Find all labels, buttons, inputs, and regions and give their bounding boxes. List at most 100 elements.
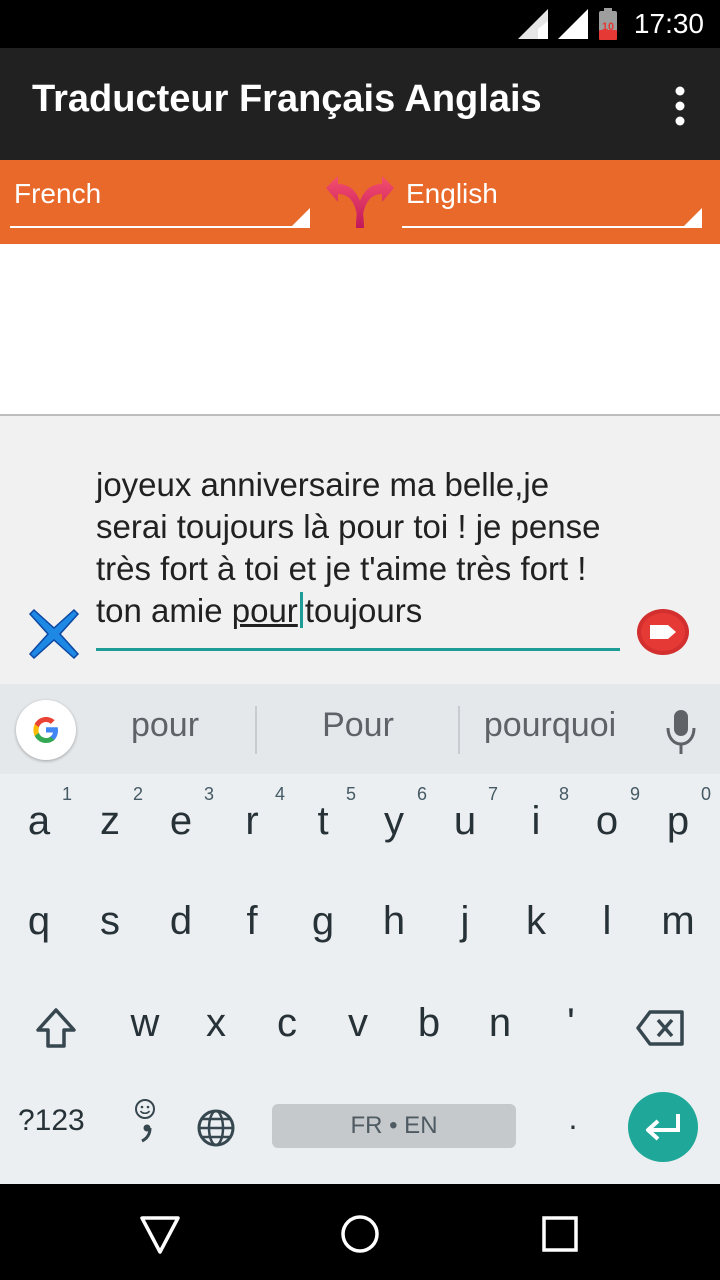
- key-label: z: [100, 799, 120, 843]
- key-s[interactable]: s: [75, 876, 145, 966]
- period-key[interactable]: .: [560, 1100, 586, 1137]
- key-d[interactable]: d: [146, 876, 216, 966]
- key-number-hint: 1: [61, 784, 72, 804]
- key-label: k: [526, 899, 546, 943]
- key-label: f: [246, 899, 258, 943]
- emoji-comma-icon[interactable]: [130, 1098, 160, 1144]
- swap-arrows-icon[interactable]: [326, 174, 394, 230]
- target-language-spinner[interactable]: English: [402, 160, 702, 228]
- composing-word: pour: [231, 592, 298, 629]
- enter-key[interactable]: [628, 1092, 698, 1162]
- key-number-hint: 7: [487, 784, 498, 804]
- battery-icon: 10: [598, 8, 617, 40]
- input-underline: [96, 648, 620, 651]
- key-label: w: [130, 1001, 160, 1045]
- recents-icon[interactable]: [538, 1212, 582, 1256]
- key-o[interactable]: o9: [572, 776, 642, 866]
- key-label: d: [169, 899, 193, 943]
- source-text-input[interactable]: joyeux anniversaire ma belle,je serai to…: [96, 464, 626, 632]
- key-label: ': [567, 1001, 575, 1045]
- language-bar: French English: [0, 160, 720, 244]
- key-h[interactable]: h: [359, 876, 429, 966]
- key-label: m: [661, 899, 695, 943]
- space-key[interactable]: FR • EN: [272, 1104, 516, 1148]
- input-area: joyeux anniversaire ma belle,je serai to…: [0, 416, 720, 684]
- key-t[interactable]: t5: [288, 776, 358, 866]
- more-vert-icon[interactable]: [672, 86, 688, 126]
- key-r[interactable]: r4: [217, 776, 287, 866]
- back-icon[interactable]: [138, 1212, 182, 1256]
- clear-x-icon[interactable]: [28, 608, 80, 660]
- key-j[interactable]: j: [430, 876, 500, 966]
- status-icons: 10 17:30: [517, 8, 704, 40]
- key-label: j: [460, 899, 470, 943]
- key-l[interactable]: l: [572, 876, 642, 966]
- key-label: c: [277, 1001, 297, 1045]
- google-g-icon[interactable]: [16, 700, 76, 760]
- key-i[interactable]: i8: [501, 776, 571, 866]
- key-number-hint: 8: [558, 784, 569, 804]
- key-label: x: [206, 1001, 226, 1045]
- key-n[interactable]: n: [465, 978, 535, 1068]
- microphone-icon[interactable]: [664, 708, 698, 756]
- source-language-spinner[interactable]: French: [10, 160, 310, 228]
- key-label: y: [384, 799, 404, 843]
- key-label: q: [27, 899, 51, 943]
- input-text-after: toujours: [304, 592, 423, 629]
- key-number-hint: 6: [416, 784, 427, 804]
- key-v[interactable]: v: [323, 978, 393, 1068]
- battery-level: 10: [602, 21, 614, 33]
- translation-output-area: [0, 244, 720, 416]
- target-language-label: English: [406, 178, 498, 209]
- translate-send-icon[interactable]: [636, 608, 690, 656]
- key-k[interactable]: k: [501, 876, 571, 966]
- key-label: u: [453, 799, 477, 843]
- key-number-hint: 9: [629, 784, 640, 804]
- enter-arrow-icon: [646, 1114, 680, 1141]
- suggestion-divider: [255, 706, 257, 754]
- key-label: h: [382, 899, 406, 943]
- shift-icon[interactable]: [34, 1006, 78, 1050]
- key-g[interactable]: g: [288, 876, 358, 966]
- key-p[interactable]: p0: [643, 776, 713, 866]
- soft-keyboard: pour Pour pourquoi a1z2e3r4t5y6u7i8o9p0 …: [0, 684, 720, 1184]
- suggestion-1[interactable]: pour: [100, 706, 230, 745]
- dropdown-triangle-icon: [684, 208, 702, 226]
- key-number-hint: 4: [274, 784, 285, 804]
- key-m[interactable]: m: [643, 876, 713, 966]
- symbols-key[interactable]: ?123: [18, 1104, 85, 1138]
- suggestion-2[interactable]: Pour: [280, 706, 436, 745]
- text-caret: [299, 592, 303, 628]
- status-bar: 10 17:30: [0, 0, 720, 48]
- key-z[interactable]: z2: [75, 776, 145, 866]
- key-label: b: [417, 1001, 441, 1045]
- key-f[interactable]: f: [217, 876, 287, 966]
- key-e[interactable]: e3: [146, 776, 216, 866]
- key-c[interactable]: c: [252, 978, 322, 1068]
- key-number-hint: 5: [345, 784, 356, 804]
- key-b[interactable]: b: [394, 978, 464, 1068]
- key-label: p: [666, 799, 690, 843]
- key-a[interactable]: a1: [4, 776, 74, 866]
- key-apostrophe[interactable]: ': [536, 978, 606, 1068]
- key-q[interactable]: q: [4, 876, 74, 966]
- key-number-hint: 3: [203, 784, 214, 804]
- home-icon[interactable]: [338, 1212, 382, 1256]
- navigation-bar: [0, 1184, 720, 1280]
- source-language-label: French: [14, 178, 102, 209]
- key-label: e: [169, 799, 193, 843]
- signal-icon: [517, 9, 548, 39]
- key-label: a: [27, 799, 51, 843]
- backspace-icon[interactable]: [636, 1010, 686, 1046]
- key-number-hint: 0: [700, 784, 711, 804]
- key-u[interactable]: u7: [430, 776, 500, 866]
- dropdown-triangle-icon: [292, 208, 310, 226]
- globe-icon[interactable]: [196, 1108, 236, 1148]
- key-label: i: [531, 799, 541, 843]
- key-label: s: [100, 899, 120, 943]
- key-y[interactable]: y6: [359, 776, 429, 866]
- suggestion-bar: pour Pour pourquoi: [0, 684, 720, 774]
- key-x[interactable]: x: [181, 978, 251, 1068]
- suggestion-3[interactable]: pourquoi: [472, 706, 628, 745]
- key-w[interactable]: w: [110, 978, 180, 1068]
